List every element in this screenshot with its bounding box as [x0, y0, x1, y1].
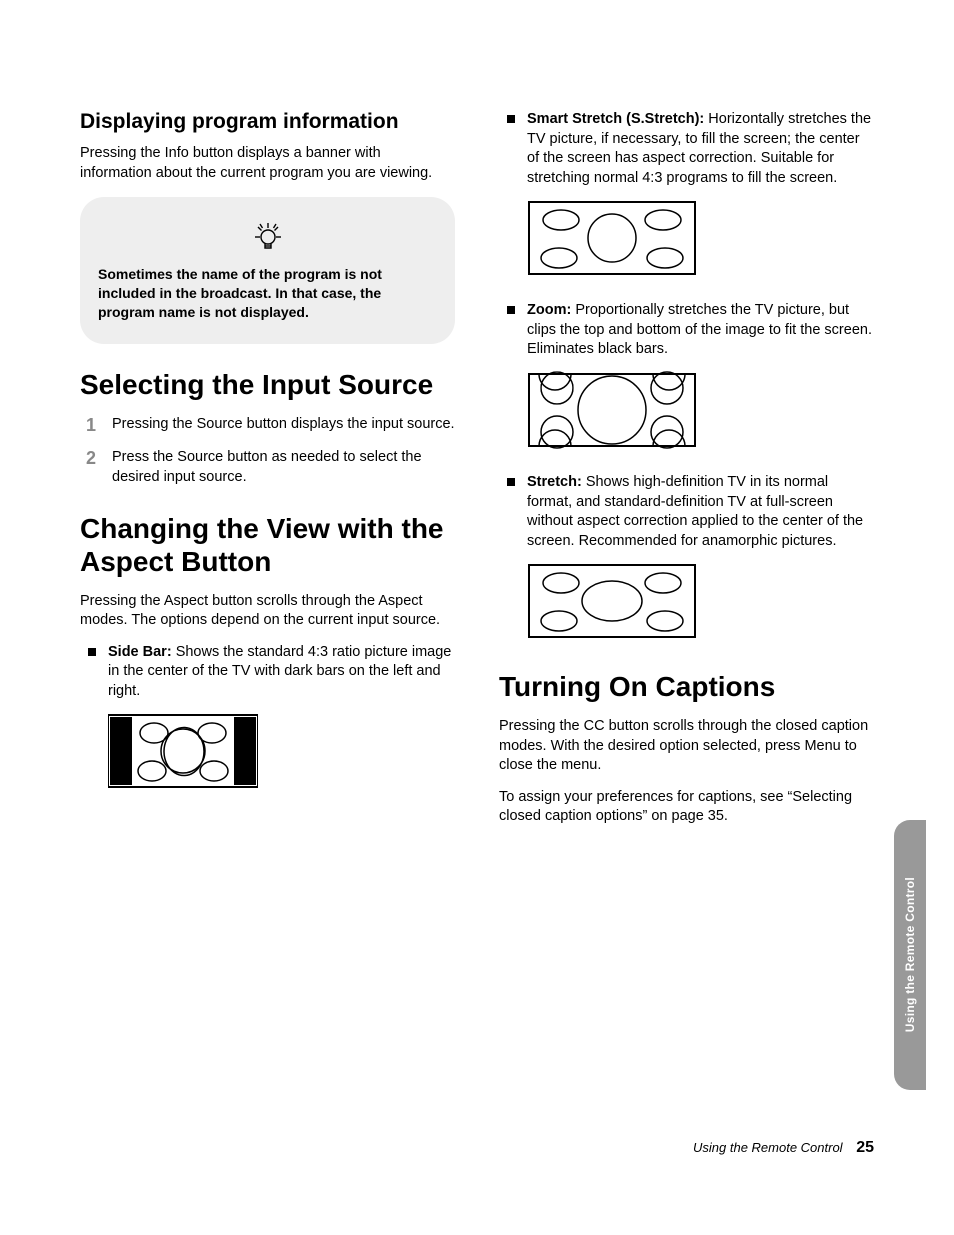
section-tab-label: Using the Remote Control: [903, 877, 917, 1032]
label-zoom: Zoom:: [527, 302, 571, 318]
step-number: 2: [86, 446, 96, 470]
section-tab: Using the Remote Control: [894, 820, 926, 1090]
footer-page-number: 25: [856, 1139, 874, 1156]
aspect-list-right-3: Stretch: Shows high-definition TV in its…: [499, 473, 874, 551]
left-column: Displaying program information Pressing …: [80, 110, 455, 839]
two-column-layout: Displaying program information Pressing …: [80, 110, 874, 839]
step-number: 1: [86, 413, 96, 437]
steps-list: 1 Pressing the Source button displays the…: [80, 415, 455, 488]
item-stretch: Stretch: Shows high-definition TV in its…: [527, 473, 874, 551]
paragraph-captions-2: To assign your preferences for captions,…: [499, 788, 874, 827]
paragraph-captions-1: Pressing the CC button scrolls through t…: [499, 717, 874, 776]
heading-select-input: Selecting the Input Source: [80, 368, 455, 401]
aspect-list-left: Side Bar: Shows the standard 4:3 ratio p…: [80, 643, 455, 702]
tip-text: Sometimes the name of the program is not…: [98, 265, 437, 322]
diagram-sidebar: [108, 711, 455, 796]
text-zoom: Proportionally stretches the TV picture,…: [527, 302, 872, 357]
paragraph-aspect: Pressing the Aspect button scrolls throu…: [80, 592, 455, 631]
label-smart-stretch: Smart Stretch (S.Stretch):: [527, 111, 704, 127]
document-page: Displaying program information Pressing …: [0, 0, 954, 1235]
label-sidebar: Side Bar:: [108, 644, 172, 660]
diagram-stretch: [527, 561, 874, 646]
diagram-zoom: [527, 370, 874, 455]
heading-captions: Turning On Captions: [499, 670, 874, 703]
aspect-list-right: Smart Stretch (S.Stretch): Horizontally …: [499, 110, 874, 188]
diagram-smart-stretch: [527, 198, 874, 283]
footer-section: Using the Remote Control: [693, 1140, 843, 1155]
step-text: Press the Source button as needed to sel…: [112, 449, 422, 485]
aspect-list-right-2: Zoom: Proportionally stretches the TV pi…: [499, 301, 874, 360]
item-zoom: Zoom: Proportionally stretches the TV pi…: [527, 301, 874, 360]
item-sidebar: Side Bar: Shows the standard 4:3 ratio p…: [108, 643, 455, 702]
step-1: 1Pressing the Source button displays the…: [106, 415, 455, 435]
heading-aspect: Changing the View with the Aspect Button: [80, 512, 455, 578]
tip-callout: Sometimes the name of the program is not…: [80, 197, 455, 344]
page-footer: Using the Remote Control 25: [693, 1139, 874, 1157]
lightbulb-icon: [248, 215, 288, 255]
item-smart-stretch: Smart Stretch (S.Stretch): Horizontally …: [527, 110, 874, 188]
right-column: Smart Stretch (S.Stretch): Horizontally …: [499, 110, 874, 839]
label-stretch: Stretch:: [527, 474, 582, 490]
step-text: Pressing the Source button displays the …: [112, 416, 455, 432]
step-2: 2Press the Source button as needed to se…: [106, 448, 455, 487]
paragraph-display-info: Pressing the Info button displays a bann…: [80, 144, 455, 183]
heading-display-info: Displaying program information: [80, 110, 455, 134]
